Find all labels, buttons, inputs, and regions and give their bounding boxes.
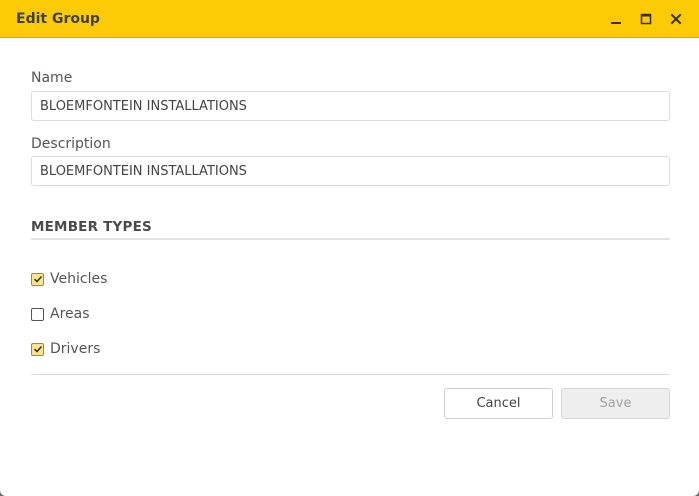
member-types-heading: MEMBER TYPES: [31, 219, 152, 235]
maximize-button[interactable]: [631, 0, 661, 38]
dialog-title: Edit Group: [16, 10, 100, 27]
cancel-button[interactable]: Cancel: [444, 388, 553, 419]
minimize-button[interactable]: [601, 0, 631, 38]
member-type-drivers[interactable]: Drivers: [31, 341, 100, 357]
member-type-vehicles[interactable]: Vehicles: [31, 271, 107, 287]
edit-group-dialog: Edit Group Name Description MEMB: [0, 0, 699, 496]
close-button[interactable]: [661, 0, 691, 38]
areas-checkbox[interactable]: [31, 307, 44, 321]
drivers-checkbox[interactable]: [31, 342, 44, 356]
description-label: Description: [31, 136, 111, 152]
dialog-titlebar[interactable]: Edit Group: [0, 0, 699, 38]
vehicles-checkbox[interactable]: [31, 272, 44, 286]
areas-label: Areas: [50, 306, 90, 322]
close-icon: [670, 13, 682, 24]
section-divider: [31, 238, 670, 240]
checkmark-icon: [33, 275, 42, 283]
save-button[interactable]: Save: [561, 388, 670, 419]
checkmark-icon: [33, 345, 42, 353]
member-type-areas[interactable]: Areas: [31, 306, 90, 322]
vehicles-label: Vehicles: [50, 271, 108, 287]
minimize-icon: [611, 21, 621, 24]
window-controls: [601, 0, 691, 38]
description-field[interactable]: [31, 156, 670, 186]
maximize-icon: [640, 13, 652, 24]
footer-divider: [31, 374, 670, 375]
name-field[interactable]: [31, 91, 670, 121]
drivers-label: Drivers: [50, 341, 101, 357]
name-label: Name: [31, 70, 73, 86]
